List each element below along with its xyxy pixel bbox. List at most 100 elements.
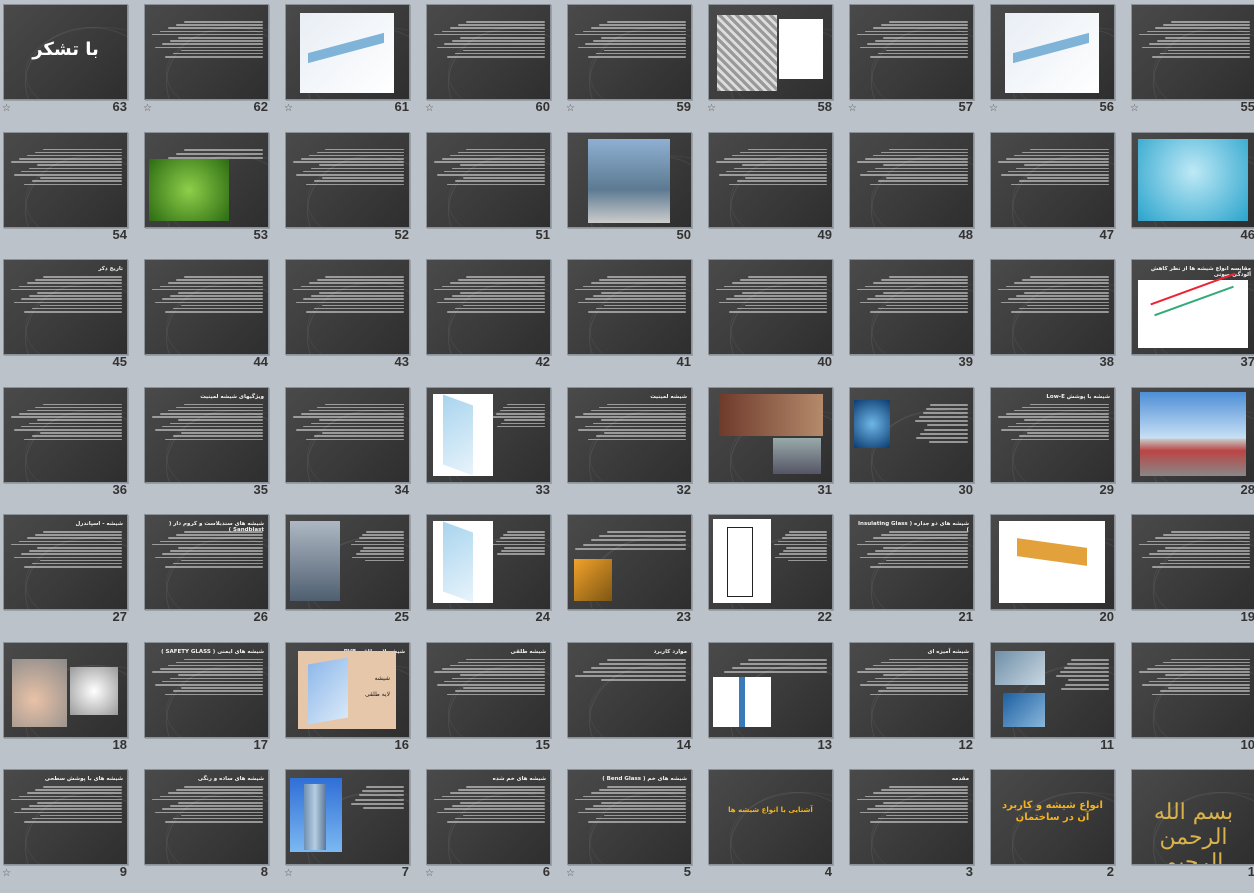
slide-thumbnail-63[interactable]: با تشکر ☆ 63 xyxy=(0,0,139,128)
slide-preview[interactable] xyxy=(990,259,1115,355)
slide-preview[interactable] xyxy=(1131,4,1254,100)
slide-thumbnail-23[interactable]: 23 xyxy=(564,510,703,638)
slide-preview[interactable] xyxy=(849,386,974,483)
slide-thumbnail-13[interactable]: 13 xyxy=(705,638,844,766)
slide-preview[interactable]: شیشه های خم شده xyxy=(426,769,551,865)
slide-preview[interactable]: بسم الله الرحمن الرحیم xyxy=(1131,769,1254,865)
slide-thumbnail-51[interactable]: 51 xyxy=(423,128,562,256)
slide-thumbnail-33[interactable]: 33 xyxy=(423,383,562,511)
slide-preview[interactable]: مقایسه انواع شیشه ها از نظر کاهش آلودگی … xyxy=(1131,259,1254,355)
slide-thumbnail-45[interactable]: تاریخ ذکر 45 xyxy=(0,255,139,383)
slide-thumbnail-49[interactable]: 49 xyxy=(705,128,844,256)
slide-thumbnail-22[interactable]: 22 xyxy=(705,510,844,638)
slide-thumbnail-11[interactable]: 11 xyxy=(987,638,1126,766)
slide-thumbnail-36[interactable]: 36 xyxy=(0,383,139,511)
slide-thumbnail-60[interactable]: ☆ 60 xyxy=(423,0,562,128)
slide-preview[interactable]: ویژگیهای شیشه لمینیت xyxy=(144,386,269,483)
slide-preview[interactable]: موارد کاربرد xyxy=(567,641,692,738)
slide-preview[interactable] xyxy=(1131,641,1254,738)
slide-thumbnail-19[interactable]: 19 xyxy=(1128,510,1254,638)
slide-thumbnail-43[interactable]: 43 xyxy=(282,255,421,383)
slide-preview[interactable] xyxy=(708,386,833,483)
slide-preview[interactable]: مقدمه xyxy=(849,769,974,865)
slide-thumbnail-47[interactable]: 47 xyxy=(987,128,1126,256)
slide-thumbnail-53[interactable]: 53 xyxy=(141,128,280,256)
slide-thumbnail-8[interactable]: شیشه های ساده و رنگی 8 xyxy=(141,765,280,893)
slide-thumbnail-4[interactable]: آشنایی با انواع شیشه ها 4 xyxy=(705,765,844,893)
slide-preview[interactable] xyxy=(426,259,551,355)
slide-thumbnail-61[interactable]: ☆ 61 xyxy=(282,0,421,128)
slide-preview[interactable] xyxy=(285,4,410,100)
slide-thumbnail-52[interactable]: 52 xyxy=(282,128,421,256)
slide-preview[interactable]: شیشه لایه طلقی PVBشیشهلایه طلقی xyxy=(285,641,410,738)
slide-preview[interactable]: تاریخ ذکر xyxy=(3,259,128,355)
slide-thumbnail-40[interactable]: 40 xyxy=(705,255,844,383)
slide-preview[interactable]: انواع شیشه و کاربرد آن در ساختمان xyxy=(990,769,1115,865)
slide-thumbnail-27[interactable]: شیشه - اسپاندرل 27 xyxy=(0,510,139,638)
slide-thumbnail-17[interactable]: شیشه های ایمنی ( SAFETY GLASS ) 17 xyxy=(141,638,280,766)
slide-thumbnail-31[interactable]: 31 xyxy=(705,383,844,511)
slide-thumbnail-32[interactable]: شیشه لمینیت 32 xyxy=(564,383,703,511)
slide-thumbnail-57[interactable]: ☆ 57 xyxy=(846,0,985,128)
slide-thumbnail-7[interactable]: ☆ 7 xyxy=(282,765,421,893)
slide-preview[interactable]: شیشه های ساده و رنگی xyxy=(144,769,269,865)
slide-thumbnail-16[interactable]: شیشه لایه طلقی PVBشیشهلایه طلقی16 xyxy=(282,638,421,766)
slide-thumbnail-24[interactable]: 24 xyxy=(423,510,562,638)
slide-preview[interactable] xyxy=(567,131,692,228)
slide-thumbnail-10[interactable]: 10 xyxy=(1128,638,1254,766)
slide-preview[interactable] xyxy=(708,131,833,228)
slide-preview[interactable]: شیشه های خم ( Bend Glass ) xyxy=(567,769,692,865)
slide-preview[interactable]: شیشه آمیزه ای xyxy=(849,641,974,738)
slide-thumbnail-15[interactable]: شیشه طلقی 15 xyxy=(423,638,562,766)
slide-preview[interactable] xyxy=(1131,131,1254,228)
slide-thumbnail-56[interactable]: ☆ 56 xyxy=(987,0,1126,128)
slide-thumbnail-48[interactable]: 48 xyxy=(846,128,985,256)
slide-preview[interactable] xyxy=(144,4,269,100)
slide-preview[interactable] xyxy=(990,514,1115,610)
slide-preview[interactable] xyxy=(285,386,410,483)
slide-thumbnail-39[interactable]: 39 xyxy=(846,255,985,383)
slide-thumbnail-5[interactable]: شیشه های خم ( Bend Glass ) ☆ 5 xyxy=(564,765,703,893)
slide-preview[interactable] xyxy=(708,4,833,100)
slide-thumbnail-3[interactable]: مقدمه 3 xyxy=(846,765,985,893)
slide-preview[interactable] xyxy=(849,4,974,100)
slide-thumbnail-38[interactable]: 38 xyxy=(987,255,1126,383)
slide-thumbnail-9[interactable]: شیشه های با پوشش سطحی ☆ 9 xyxy=(0,765,139,893)
slide-preview[interactable] xyxy=(708,514,833,610)
slide-preview[interactable]: شیشه با پوشش Low-E xyxy=(990,386,1115,483)
slide-preview[interactable] xyxy=(1131,386,1254,483)
slide-thumbnail-46[interactable]: 46 xyxy=(1128,128,1254,256)
slide-preview[interactable] xyxy=(3,131,128,228)
slide-thumbnail-42[interactable]: 42 xyxy=(423,255,562,383)
slide-preview[interactable] xyxy=(1131,514,1254,610)
slide-thumbnail-2[interactable]: انواع شیشه و کاربرد آن در ساختمان 2 xyxy=(987,765,1126,893)
slide-preview[interactable] xyxy=(285,131,410,228)
slide-preview[interactable] xyxy=(990,4,1115,100)
slide-preview[interactable] xyxy=(849,259,974,355)
slide-preview[interactable]: آشنایی با انواع شیشه ها xyxy=(708,769,833,865)
slide-preview[interactable]: شیشه های سندبلاست و کروم دار ( Sandblast… xyxy=(144,514,269,610)
slide-preview[interactable] xyxy=(708,641,833,738)
slide-preview[interactable] xyxy=(849,131,974,228)
slide-thumbnail-58[interactable]: ☆ 58 xyxy=(705,0,844,128)
slide-thumbnail-62[interactable]: ☆ 62 xyxy=(141,0,280,128)
slide-thumbnail-18[interactable]: 18 xyxy=(0,638,139,766)
slide-preview[interactable] xyxy=(3,386,128,483)
slide-preview[interactable] xyxy=(426,386,551,483)
slide-preview[interactable]: شیشه های با پوشش سطحی xyxy=(3,769,128,865)
slide-thumbnail-35[interactable]: ویژگیهای شیشه لمینیت 35 xyxy=(141,383,280,511)
slide-thumbnail-41[interactable]: 41 xyxy=(564,255,703,383)
slide-thumbnail-37[interactable]: مقایسه انواع شیشه ها از نظر کاهش آلودگی … xyxy=(1128,255,1254,383)
slide-preview[interactable]: با تشکر xyxy=(3,4,128,100)
slide-preview[interactable] xyxy=(708,259,833,355)
slide-preview[interactable] xyxy=(567,259,692,355)
slide-preview[interactable] xyxy=(285,514,410,610)
slide-thumbnail-12[interactable]: شیشه آمیزه ای 12 xyxy=(846,638,985,766)
slide-thumbnail-28[interactable]: 28 xyxy=(1128,383,1254,511)
slide-preview[interactable]: شیشه های دو جداره ( Insulating Glass ) xyxy=(849,514,974,610)
slide-preview[interactable] xyxy=(285,259,410,355)
slide-preview[interactable]: شیشه لمینیت xyxy=(567,386,692,483)
slide-thumbnail-1[interactable]: بسم الله الرحمن الرحیم 1 xyxy=(1128,765,1254,893)
slide-preview[interactable] xyxy=(567,514,692,610)
slide-thumbnail-54[interactable]: 54 xyxy=(0,128,139,256)
